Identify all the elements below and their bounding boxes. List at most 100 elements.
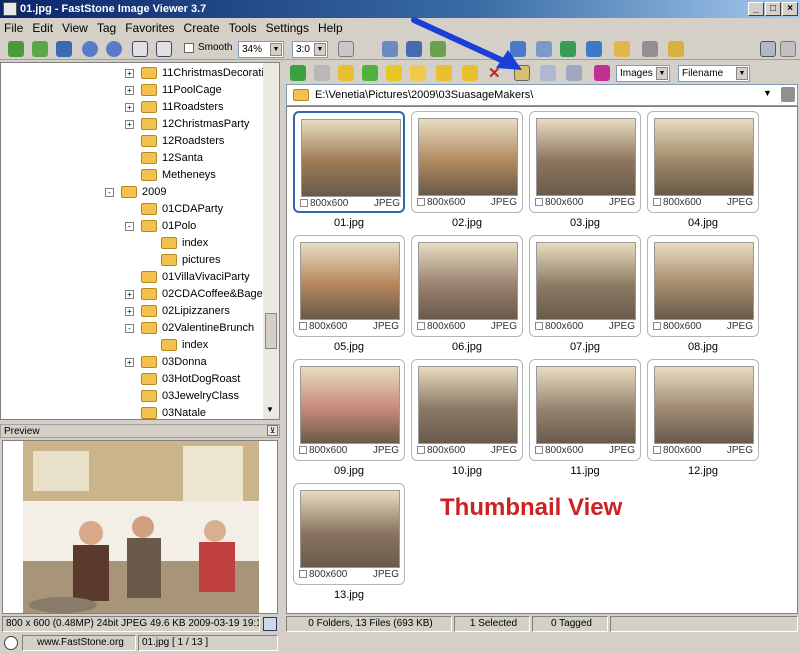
- tree-item[interactable]: 03JewelryClass: [141, 388, 239, 405]
- tag-checkbox[interactable]: [653, 322, 661, 331]
- tree-item[interactable]: 11PoolCage: [141, 82, 222, 99]
- tree-item[interactable]: 03Donna: [141, 354, 207, 371]
- tag-checkbox[interactable]: [300, 199, 308, 208]
- email-icon[interactable]: [614, 41, 630, 57]
- collapse-icon[interactable]: ⊻: [267, 425, 278, 436]
- print-icon[interactable]: [642, 41, 658, 57]
- tree-item[interactable]: 01VillaVivaciParty: [141, 269, 250, 286]
- folder-tree[interactable]: 11ChristmasDecorating +11PoolCage +11Roads…: [0, 62, 280, 420]
- back-icon[interactable]: [290, 65, 306, 81]
- next-icon[interactable]: [106, 41, 122, 57]
- forward-icon[interactable]: [314, 65, 330, 81]
- zoom-select[interactable]: 34% ▼: [238, 41, 284, 58]
- tree-item[interactable]: pictures: [161, 252, 221, 269]
- tree-item[interactable]: 01Polo: [141, 218, 196, 235]
- thumbnail-item[interactable]: 800x600 JPEG: [647, 111, 759, 213]
- expand-icon[interactable]: +: [125, 103, 134, 112]
- minimize-button[interactable]: _: [748, 2, 764, 16]
- resize-icon[interactable]: [382, 41, 398, 57]
- menu-settings[interactable]: Settings: [266, 21, 309, 35]
- tree-item[interactable]: 12ChristmasParty: [141, 116, 249, 133]
- fit-icon[interactable]: [780, 41, 796, 57]
- tree-item[interactable]: index: [161, 235, 208, 252]
- close-button[interactable]: ×: [782, 2, 798, 16]
- tag-checkbox[interactable]: [535, 322, 543, 331]
- tree-item[interactable]: 02CDACoffee&Bagels: [141, 286, 271, 303]
- tree-item[interactable]: 02ValentineBrunch: [141, 320, 254, 337]
- tree-item[interactable]: 2009: [121, 184, 166, 201]
- thumbnail-item[interactable]: 800x600 JPEG: [529, 111, 641, 213]
- pin-icon[interactable]: [781, 87, 795, 102]
- chevron-down-icon[interactable]: ▼: [763, 88, 772, 98]
- maximize-button[interactable]: □: [765, 2, 781, 16]
- expand-icon[interactable]: +: [125, 69, 134, 78]
- expand-icon[interactable]: +: [125, 120, 134, 129]
- menu-tools[interactable]: Tools: [229, 21, 257, 35]
- scroll-down-icon[interactable]: ▼: [266, 405, 274, 414]
- menu-view[interactable]: View: [62, 21, 88, 35]
- tree-item[interactable]: 03HotDogRoast: [141, 371, 240, 388]
- tree-item[interactable]: 11Roadsters: [141, 99, 224, 116]
- expand-icon[interactable]: +: [125, 86, 134, 95]
- menu-edit[interactable]: Edit: [32, 21, 53, 35]
- tag-checkbox[interactable]: [653, 198, 661, 207]
- menu-create[interactable]: Create: [184, 21, 220, 35]
- tree-item[interactable]: 02Lipizzaners: [141, 303, 230, 320]
- thumbnail-item[interactable]: 800x600 JPEG: [529, 359, 641, 461]
- tree-scrollbar[interactable]: ▼: [263, 63, 279, 419]
- layout-icon[interactable]: [760, 41, 776, 57]
- thumbnail-item[interactable]: 800x600 JPEG: [529, 235, 641, 337]
- menu-tag[interactable]: Tag: [97, 21, 116, 35]
- menu-help[interactable]: Help: [318, 21, 343, 35]
- filter-type-select[interactable]: Images ▼: [616, 65, 670, 82]
- tag-checkbox[interactable]: [299, 446, 307, 455]
- detail-view-icon[interactable]: [540, 65, 556, 81]
- tree-item[interactable]: 11ChristmasDecorating: [141, 65, 276, 82]
- list-view-icon[interactable]: [566, 65, 582, 81]
- tree-item[interactable]: Metheneys: [141, 167, 216, 184]
- tag-checkbox[interactable]: [417, 446, 425, 455]
- tree-item[interactable]: 12Santa: [141, 150, 203, 167]
- refresh-icon[interactable]: [362, 65, 378, 81]
- tag-checkbox[interactable]: [299, 322, 307, 331]
- up-folder-icon[interactable]: [338, 65, 354, 81]
- tag-checkbox[interactable]: [535, 446, 543, 455]
- tag-checkbox[interactable]: [535, 198, 543, 207]
- tag-checkbox[interactable]: [417, 198, 425, 207]
- tree-item[interactable]: 01CDAParty: [141, 201, 223, 218]
- thumbnail-item[interactable]: 800x600 JPEG: [293, 235, 405, 337]
- save-icon[interactable]: [56, 41, 72, 57]
- zoom-in-icon[interactable]: [132, 41, 148, 57]
- previous-icon[interactable]: [82, 41, 98, 57]
- hand-tool-icon[interactable]: [338, 41, 354, 57]
- thumbnail-item[interactable]: 800x600 JPEG: [411, 235, 523, 337]
- tree-item[interactable]: 12Roadsters: [141, 133, 224, 150]
- zoom-out-icon[interactable]: [156, 41, 172, 57]
- color-icon[interactable]: [594, 65, 610, 81]
- path-bar[interactable]: E:\Venetia\Pictures\2009\03SuasageMakers…: [286, 84, 798, 106]
- collapse-icon[interactable]: -: [125, 222, 134, 231]
- tag-checkbox[interactable]: [299, 570, 307, 579]
- thumbnail-item[interactable]: 800x600 JPEG: [411, 359, 523, 461]
- thumbnail-item[interactable]: 800x600 JPEG: [647, 235, 759, 337]
- thumbnail-item[interactable]: 800x600 JPEG: [293, 483, 405, 585]
- tree-item[interactable]: 03Natale: [141, 405, 206, 419]
- thumbnail-item[interactable]: 800x600 JPEG: [647, 359, 759, 461]
- open-icon[interactable]: [8, 41, 24, 57]
- thumbnail-item[interactable]: 800x600 JPEG: [293, 359, 405, 461]
- collapse-icon[interactable]: -: [125, 324, 134, 333]
- tag-checkbox[interactable]: [653, 446, 661, 455]
- smooth-checkbox[interactable]: [184, 43, 194, 53]
- slideshow-icon[interactable]: [560, 41, 576, 57]
- expand-icon[interactable]: +: [125, 358, 134, 367]
- fullscreen-icon[interactable]: [586, 41, 602, 57]
- collapse-icon[interactable]: -: [105, 188, 114, 197]
- menu-favorites[interactable]: Favorites: [125, 21, 174, 35]
- expand-icon[interactable]: +: [125, 307, 134, 316]
- thumbnail-item[interactable]: 800x600 JPEG: [293, 111, 405, 213]
- expand-icon[interactable]: +: [125, 290, 134, 299]
- fit-window-icon[interactable]: [263, 617, 277, 631]
- thumbnail-item[interactable]: 800x600 JPEG: [411, 111, 523, 213]
- scroll-thumb[interactable]: [265, 313, 277, 349]
- sort-select[interactable]: Filename ▼: [678, 65, 750, 82]
